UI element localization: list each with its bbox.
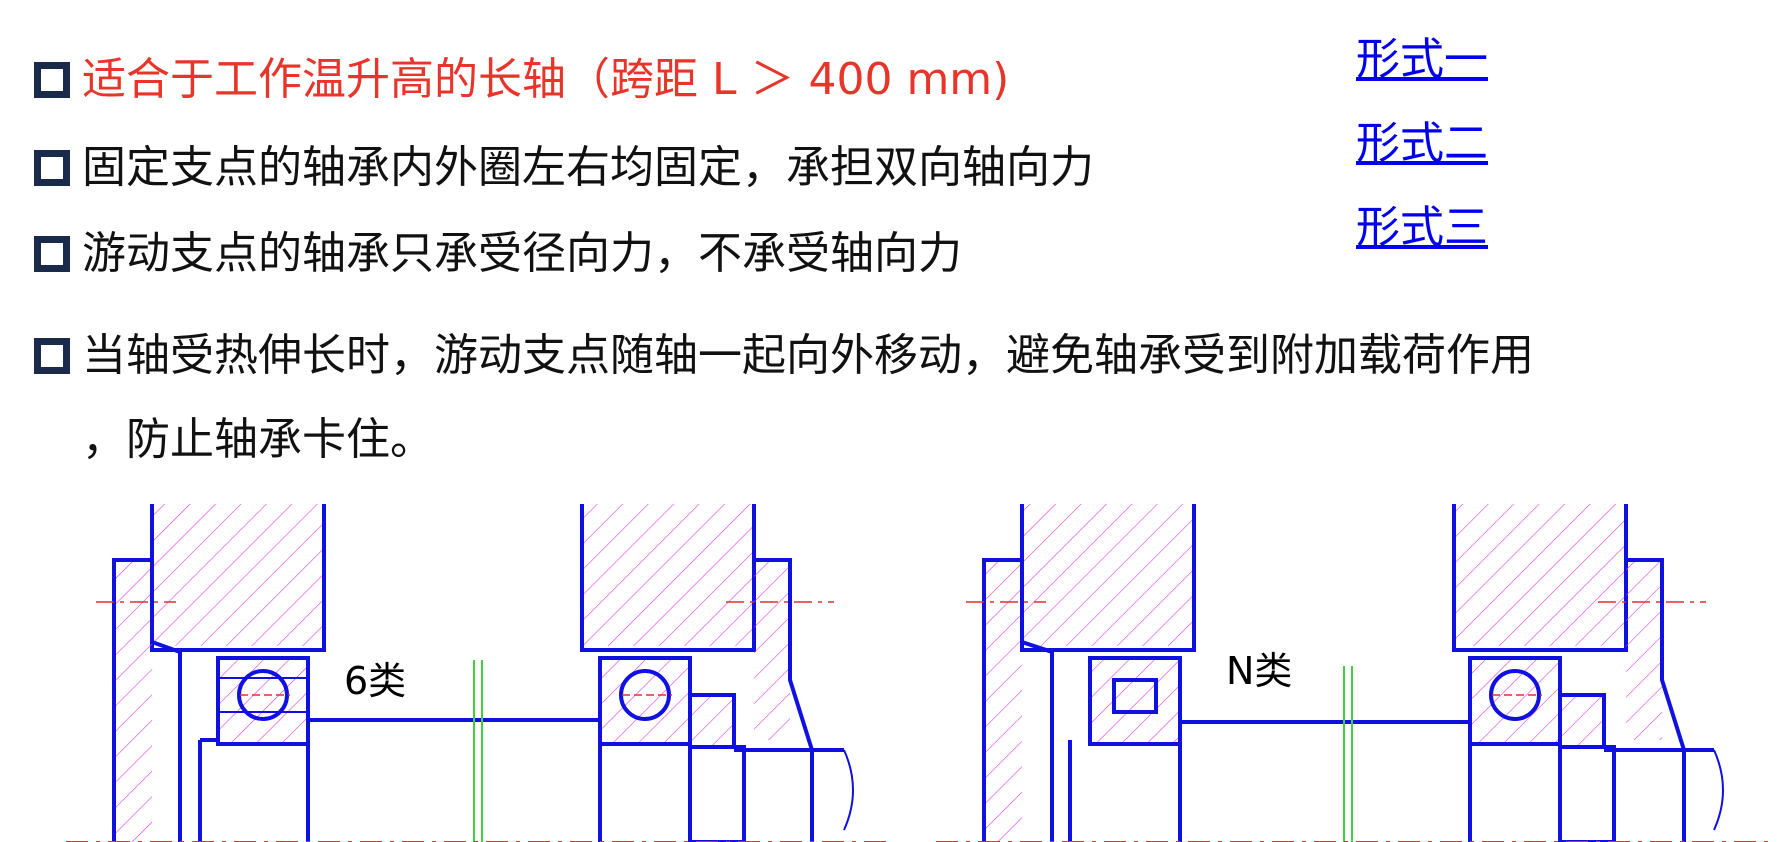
housing-hatch-left	[152, 504, 324, 646]
link-form-2[interactable]: 形式二	[1356, 116, 1488, 172]
drawing-left	[66, 504, 890, 842]
bullet-item-3: 游动支点的轴承只承受径向力，不承受轴向力	[34, 226, 962, 282]
bullet-square-icon	[34, 338, 70, 374]
bullet-text: 游动支点的轴承只承受径向力，不承受轴向力	[82, 228, 962, 279]
bullet-item-1: 适合于工作温升高的长轴（跨距 L ＞ 400 mm)	[34, 52, 1009, 108]
link-form-3[interactable]: 形式三	[1356, 200, 1488, 256]
bearing-drawings: 6类 N类	[66, 504, 1770, 842]
link-form-1[interactable]: 形式一	[1356, 32, 1488, 88]
bullet-text: 适合于工作温升高的长轴（跨距 L ＞ 400 mm)	[82, 54, 1010, 105]
drawing-right	[936, 504, 1770, 842]
bullet-item-4: 当轴受热伸长时，游动支点随轴一起向外移动，避免轴承受到附加载荷作用	[34, 328, 1534, 384]
drawing-label-left: 6类	[344, 659, 406, 703]
bullet-square-icon	[34, 62, 70, 98]
bullet-text: 固定支点的轴承内外圈左右均固定，承担双向轴向力	[82, 142, 1094, 193]
bullet-text: 当轴受热伸长时，游动支点随轴一起向外移动，避免轴承受到附加载荷作用	[82, 330, 1534, 381]
bullet-square-icon	[34, 236, 70, 272]
bullet-continuation: ，防止轴承卡住。	[82, 414, 434, 465]
gap-line	[473, 660, 483, 842]
drawing-label-right: N类	[1226, 649, 1292, 693]
housing-hatch-right-a	[582, 504, 754, 646]
bullet-item-2: 固定支点的轴承内外圈左右均固定，承担双向轴向力	[34, 140, 1094, 196]
bullet-square-icon	[34, 150, 70, 186]
